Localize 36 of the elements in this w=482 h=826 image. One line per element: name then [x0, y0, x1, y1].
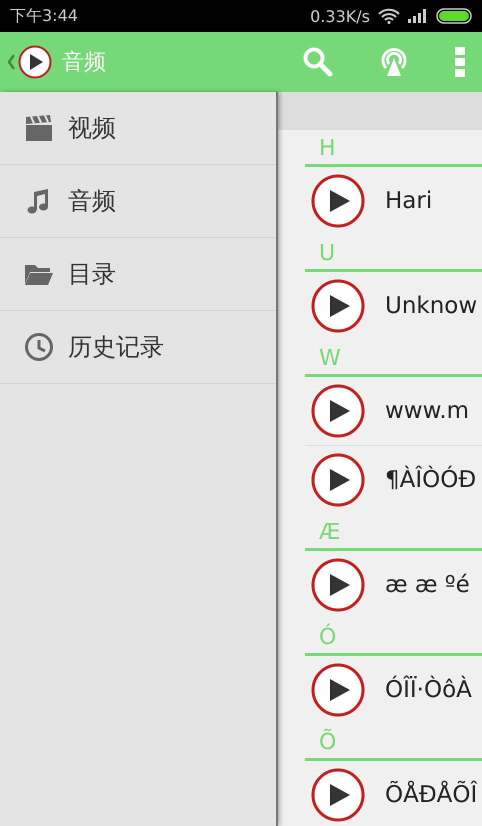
audio-list-item[interactable]: ¶ÀÎÒÓÐ [305, 446, 482, 514]
clapperboard-icon [24, 113, 54, 143]
status-time: 下午3:44 [10, 6, 78, 26]
section-letter: Æ [319, 519, 340, 547]
section-letter: H [319, 135, 336, 163]
sidebar-item[interactable]: 音频 [0, 165, 276, 238]
search-icon[interactable] [302, 46, 334, 78]
wifi-icon [378, 8, 400, 24]
section-letter: Õ [319, 728, 336, 757]
sidebar-item[interactable]: 目录 [0, 238, 276, 311]
signal-icon [408, 9, 428, 23]
audio-list-item[interactable]: ÓÎÏ·ÒôÀ [305, 656, 482, 724]
play-icon [311, 558, 365, 612]
play-icon [311, 384, 365, 438]
play-icon [311, 453, 365, 507]
section-letter: Ó [319, 623, 336, 652]
section-letter: W [319, 345, 341, 373]
clock-icon [24, 332, 54, 362]
audio-list-item[interactable]: æ æ ºé [305, 551, 482, 619]
play-icon [311, 663, 365, 717]
sidebar-item[interactable]: 视频 [0, 92, 276, 165]
menu-icon[interactable] [454, 46, 466, 78]
play-icon [311, 768, 365, 822]
section-letter: U [319, 240, 336, 268]
audio-list-item[interactable]: Hari [305, 167, 482, 235]
app-title: 音频 [62, 49, 106, 77]
play-icon [311, 174, 365, 228]
play-logo-icon [18, 45, 52, 79]
app-logo-button[interactable] [6, 45, 52, 79]
network-speed: 0.33K/s [310, 6, 370, 26]
audio-list-item[interactable]: ÕÅÐÅÕÎ [305, 761, 482, 826]
sidebar-item[interactable]: 历史记录 [0, 311, 276, 384]
audio-list-item[interactable]: Unknow [305, 272, 482, 340]
play-icon [311, 279, 365, 333]
audio-list-item[interactable]: www.m [305, 377, 482, 445]
battery-icon [436, 8, 472, 24]
